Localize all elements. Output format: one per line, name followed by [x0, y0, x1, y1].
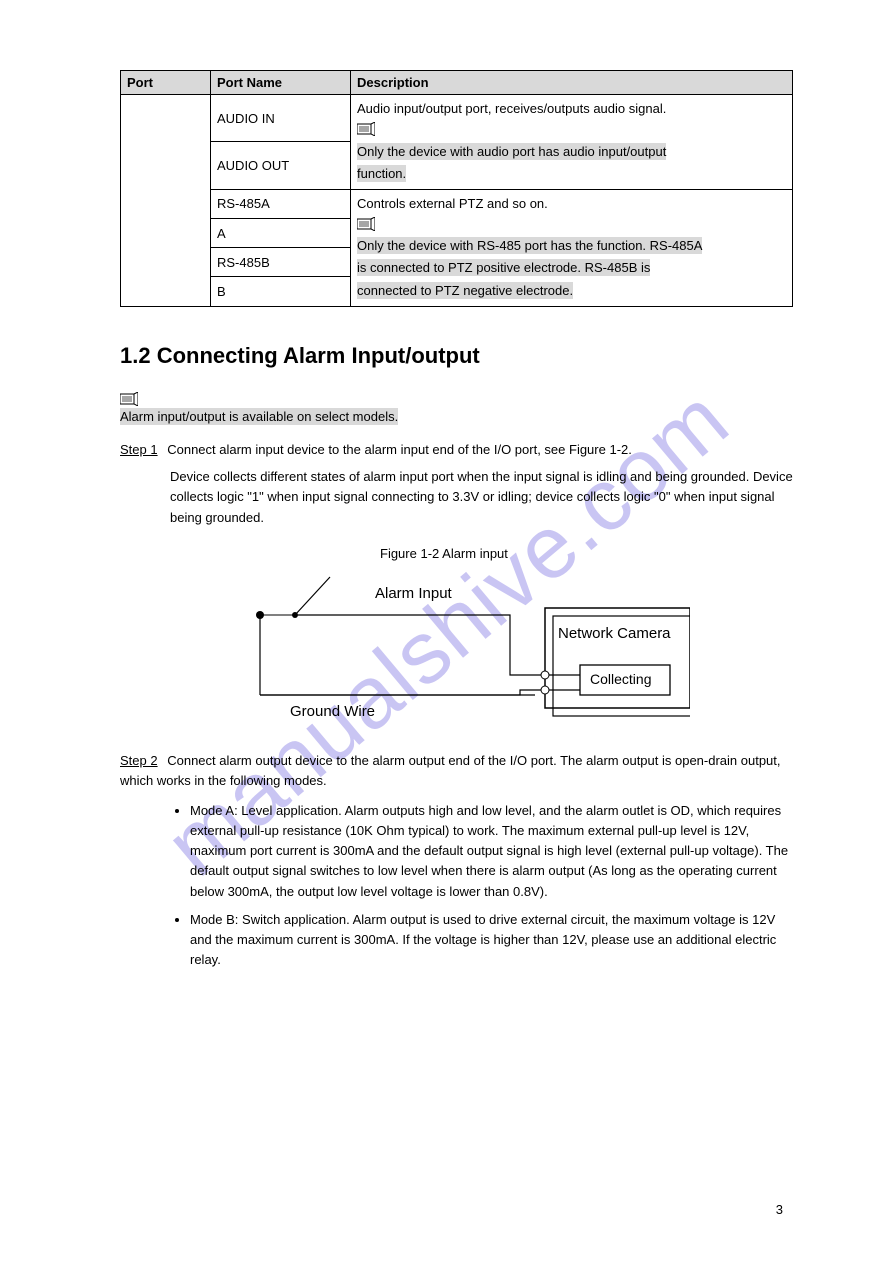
audio-note-hl1: Only the device with audio port has audi…	[357, 143, 666, 160]
table-row: AUDIO IN Audio input/output port, receiv…	[121, 95, 793, 142]
cell-audio-in: AUDIO IN	[211, 95, 351, 142]
th-description: Description	[351, 71, 793, 95]
label-network-camera: Network Camera	[558, 625, 671, 642]
th-port-name: Port Name	[211, 71, 351, 95]
spec-table: Port Port Name Description AUDIO IN Audi…	[120, 70, 793, 307]
cell-port-empty	[121, 95, 211, 307]
rs485-note-hl2: is connected to PTZ positive electrode. …	[357, 259, 650, 276]
table-row: RS-485A Controls external PTZ and so on.…	[121, 189, 793, 218]
alarm-input-diagram: Alarm Input Ground Wire Network Camera C…	[210, 575, 690, 735]
cell-audio-desc: Audio input/output port, receives/output…	[351, 95, 793, 190]
section-title: Connecting Alarm Input/output	[157, 343, 480, 368]
page-content: Port Port Name Description AUDIO IN Audi…	[0, 0, 893, 1010]
step2-label: Step 2	[120, 753, 158, 768]
cell-rs485-desc: Controls external PTZ and so on. Only th…	[351, 189, 793, 306]
page-number: 3	[776, 1202, 783, 1217]
label-alarm-input: Alarm Input	[375, 585, 452, 602]
th-port: Port	[121, 71, 211, 95]
label-collecting: Collecting	[590, 671, 651, 687]
figure-caption-1: Figure 1-2 Alarm input	[380, 546, 793, 561]
step2-text: Connect alarm output device to the alarm…	[120, 753, 781, 788]
note-block: Alarm input/output is available on selec…	[120, 391, 793, 429]
rs485-note-hl3: connected to PTZ negative electrode.	[357, 282, 573, 299]
cell-audio-out: AUDIO OUT	[211, 142, 351, 189]
bullet-mode-b: Mode B: Switch application. Alarm output…	[190, 910, 793, 970]
rs485-note-hl1: Only the device with RS-485 port has the…	[357, 237, 702, 254]
label-ground-wire: Ground Wire	[290, 703, 375, 720]
audio-desc-line1: Audio input/output port, receives/output…	[357, 101, 666, 116]
cell-a: A	[211, 219, 351, 248]
step1-text: Connect alarm input device to the alarm …	[167, 442, 632, 457]
note-icon	[357, 122, 375, 136]
cell-b: B	[211, 277, 351, 306]
audio-note-hl2: function.	[357, 165, 406, 182]
note-icon	[120, 392, 138, 406]
note-icon	[357, 217, 375, 231]
step1-paragraph: Device collects different states of alar…	[170, 467, 793, 527]
cell-rs485b: RS-485B	[211, 248, 351, 277]
step1-label: Step 1	[120, 442, 158, 457]
bullet-mode-a: Mode A: Level application. Alarm outputs…	[190, 801, 793, 902]
table-header-row: Port Port Name Description	[121, 71, 793, 95]
rs485-desc-line1: Controls external PTZ and so on.	[357, 196, 548, 211]
section-number: 1.2	[120, 343, 151, 368]
section-heading: 1.2 Connecting Alarm Input/output	[120, 343, 793, 369]
note-section-text: Alarm input/output is available on selec…	[120, 408, 398, 425]
cell-rs485a: RS-485A	[211, 189, 351, 218]
